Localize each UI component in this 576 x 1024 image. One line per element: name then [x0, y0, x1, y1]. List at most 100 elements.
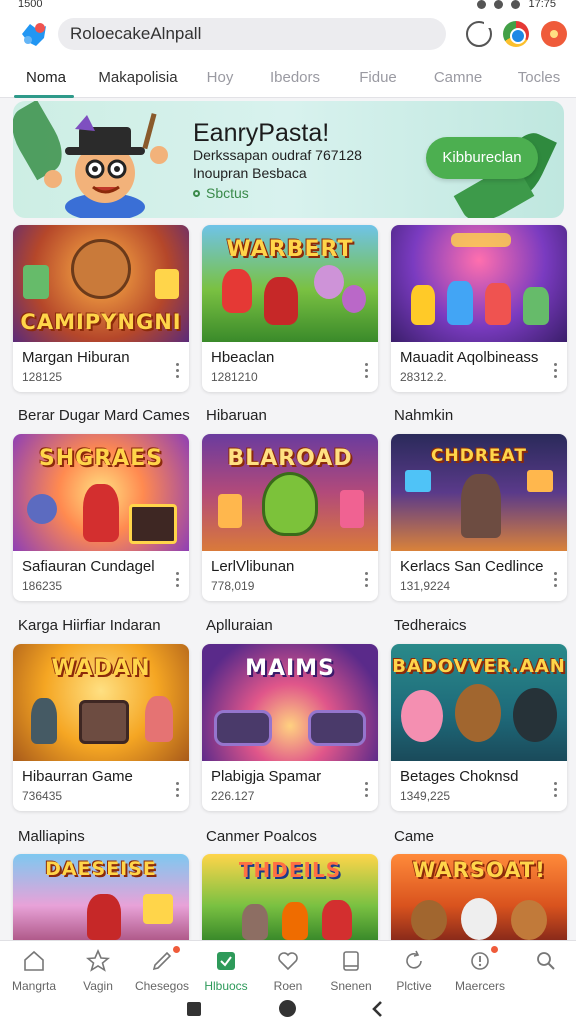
section-title: Hibaruan	[206, 407, 267, 424]
more-options-icon[interactable]	[175, 363, 181, 381]
refresh-icon	[406, 950, 422, 969]
game-thumbnail: CAMIPYNGNI	[13, 225, 189, 342]
game-count: 1349,225	[400, 789, 451, 803]
nav-item-search[interactable]	[514, 941, 576, 999]
character-art	[447, 281, 473, 325]
banner-cta-button[interactable]: Kibbureclan	[426, 137, 538, 179]
game-title: Margan Hiburan	[22, 349, 130, 366]
game-card[interactable]: CAMIPYNGNI Margan Hiburan 128125	[13, 225, 189, 392]
game-card[interactable]: WARBERT Hbeaclan 1281210	[202, 225, 378, 392]
character-art	[222, 269, 252, 313]
game-title: Safiauran Cundagel	[22, 558, 155, 575]
tab-ibedors[interactable]: Ibedors	[262, 58, 328, 98]
game-art-title: DAESEISE	[45, 858, 157, 880]
game-thumbnail	[391, 225, 567, 342]
star-icon	[86, 949, 110, 972]
nav-item-chesegos[interactable]: Chesegos	[130, 941, 194, 999]
game-card[interactable]: Mauadit Aqolbineass 28312.2.	[391, 225, 567, 392]
promo-banner[interactable]: EanryPasta! Derkssapan oudraf 767128 Ino…	[13, 101, 564, 218]
status-clock: 17:75	[528, 0, 556, 10]
screen-art	[405, 470, 431, 492]
game-count: 128125	[22, 370, 63, 384]
nav-item-hlbuocs[interactable]: Hlbuocs	[194, 941, 258, 999]
nav-item-plctive[interactable]: Plctive	[382, 941, 446, 999]
profile-avatar-icon[interactable]	[541, 21, 567, 47]
blaster-art	[214, 710, 272, 746]
app-logo-icon[interactable]	[18, 20, 50, 50]
nav-label: Vagin	[83, 979, 113, 993]
section-title: Aplluraian	[206, 617, 273, 634]
section-title: Karga Hiirfiar Indaran	[18, 617, 161, 634]
game-art-title: WADAN	[51, 656, 151, 681]
game-count: 1281210	[211, 370, 258, 384]
more-options-icon[interactable]	[364, 572, 370, 590]
tab-fidue[interactable]: Fidue	[350, 58, 406, 98]
game-art-title: SHGRAES	[38, 446, 164, 471]
home-button[interactable]	[279, 1000, 296, 1017]
nav-label: Snenen	[330, 979, 372, 993]
more-options-icon[interactable]	[553, 782, 559, 800]
character-art	[411, 285, 435, 325]
banner-subtitle: Derkssapan oudraf 767128	[193, 147, 362, 163]
tab-hoy[interactable]: Hoy	[192, 58, 248, 98]
item-art	[23, 265, 49, 299]
nav-label: Roen	[273, 979, 303, 993]
nav-item-roen[interactable]: Roen	[256, 941, 320, 999]
game-thumbnail: WARBERT	[202, 225, 378, 342]
game-title: Mauadit Aqolbineass	[400, 349, 539, 366]
browser-icon[interactable]	[503, 21, 529, 47]
more-options-icon[interactable]	[175, 782, 181, 800]
game-card[interactable]: BLAROAD LerlVlibunan 778,019	[202, 434, 378, 601]
game-card[interactable]: SHGRAES Safiauran Cundagel 186235	[13, 434, 189, 601]
game-card[interactable]: CHDREAT Kerlacs San Cedlince 131,9224	[391, 434, 567, 601]
nav-label: Hlbuocs	[204, 979, 248, 993]
character-art	[264, 277, 298, 325]
nav-item-vagin[interactable]: Vagin	[66, 941, 130, 999]
game-card[interactable]: THDEILS	[202, 854, 378, 940]
status-bar: 1500 17:75	[0, 0, 576, 12]
light-beam-art	[451, 233, 511, 247]
sign-art	[129, 504, 177, 544]
more-options-icon[interactable]	[175, 572, 181, 590]
game-title: Betages Choknsd	[400, 768, 519, 785]
game-card[interactable]: MAIMS Plabigja Spamar 226.127	[202, 644, 378, 811]
character-art	[342, 285, 366, 313]
nav-item-mangrta[interactable]: Mangrta	[2, 941, 66, 999]
signal-icon	[494, 0, 504, 9]
nav-item-maercers[interactable]: Maercers	[448, 941, 512, 999]
refresh-icon[interactable]	[466, 20, 492, 47]
character-art	[71, 239, 131, 299]
more-options-icon[interactable]	[364, 782, 370, 800]
back-button[interactable]	[370, 1000, 384, 1018]
game-card[interactable]: DAESEISE	[13, 854, 189, 940]
game-card[interactable]: BADOVVER.AAN Betages Choknsd 1349,225	[391, 644, 567, 811]
character-art	[31, 698, 57, 744]
character-art	[513, 688, 557, 742]
tablet-icon	[343, 951, 359, 971]
tab-camne[interactable]: Camne	[426, 58, 490, 98]
character-art	[282, 902, 308, 940]
recents-button[interactable]	[187, 1002, 201, 1016]
more-options-icon[interactable]	[553, 363, 559, 381]
section-title: Tedheraics	[394, 617, 467, 634]
cart-art	[79, 700, 129, 744]
tab-noma[interactable]: Noma	[14, 58, 78, 98]
item-art	[27, 494, 57, 524]
game-thumbnail: MAIMS	[202, 644, 378, 761]
section-title: Canmer Poalcos	[206, 828, 317, 845]
tab-tocles[interactable]: Tocles	[508, 58, 570, 98]
game-thumbnail: BLAROAD	[202, 434, 378, 551]
nav-item-snenen[interactable]: Snenen	[319, 941, 383, 999]
game-thumbnail: SHGRAES	[13, 434, 189, 551]
game-thumbnail: THDEILS	[202, 854, 378, 940]
character-art	[314, 265, 344, 299]
wifi-icon	[477, 0, 487, 9]
more-options-icon[interactable]	[553, 572, 559, 590]
more-options-icon[interactable]	[364, 363, 370, 381]
tab-makapolisia[interactable]: Makapolisia	[92, 58, 184, 98]
game-title: LerlVlibunan	[211, 558, 295, 575]
game-card[interactable]: WADAN Hibaurran Game 736435	[13, 644, 189, 811]
search-input[interactable]: RoloecakeAlnpall	[58, 18, 446, 50]
heart-icon	[278, 952, 298, 971]
game-card[interactable]: WARSOAT!	[391, 854, 567, 940]
